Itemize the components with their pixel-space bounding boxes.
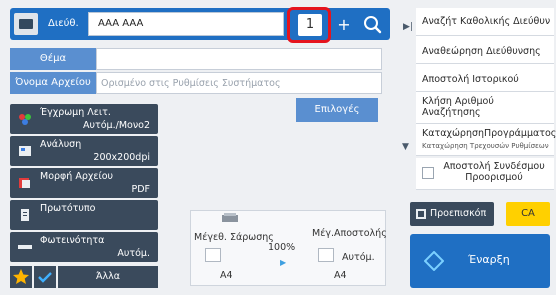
scan-paper-size: A4 <box>220 270 233 281</box>
file-format-title: Μορφή Αρχείου <box>40 171 114 182</box>
filename-label: Όνομα Αρχείου <box>15 77 91 88</box>
file-format-icon <box>19 178 30 188</box>
register-subtext: Καταχώρηση Τρεχουσών Ρυθμίσεων <box>422 142 549 150</box>
scale-ratio: 100% <box>268 242 296 253</box>
global-address-search-item[interactable]: Αναζήτ Καθολικής Διεύθυν <box>416 8 554 36</box>
address-review-item[interactable]: Αναθεώρηση Διεύθυνσης <box>416 36 554 64</box>
address-book-button[interactable] <box>14 13 38 35</box>
resolution-key[interactable]: Ανάλυση 200x200dpi <box>10 136 158 166</box>
checkmark-icon <box>38 272 52 283</box>
options-button[interactable]: Επιλογές <box>296 98 378 122</box>
resolution-value: 200x200dpi <box>93 152 150 163</box>
search-icon <box>364 16 382 34</box>
action-label: ΚαταχώρησηΠρογράμματος <box>422 128 556 139</box>
subject-label: Θέμα <box>39 53 67 64</box>
action-label: Αποστολή Ιστορικού <box>422 74 519 85</box>
subject-input[interactable] <box>96 48 382 70</box>
send-paper-size: A4 <box>334 270 347 281</box>
confirm-button[interactable] <box>34 266 56 288</box>
address-label: Διεύθ. <box>48 18 79 29</box>
others-button[interactable]: Άλλα <box>58 266 158 288</box>
address-book-icon <box>19 19 33 29</box>
scan-size-label: Μέγεθ. Σάρωσης <box>194 232 274 243</box>
address-value: AAA AAA <box>98 18 144 29</box>
color-mode-title: Έγχρωμη Λειτ. <box>40 107 111 118</box>
send-link-destination-item[interactable]: Αποστολή Συνδέσμου Προορισμού <box>416 158 554 190</box>
resolution-title: Ανάλυση <box>40 139 82 150</box>
send-size-label: Μέγ.Αποστολής <box>312 228 387 239</box>
exposure-title: Φωτεινότητα <box>40 235 105 246</box>
clear-all-button[interactable]: CA <box>506 202 550 226</box>
send-mode: Αυτόμ. <box>342 252 375 263</box>
start-icon <box>424 251 444 271</box>
color-mode-key[interactable]: Έγχρωμη Λειτ. Αυτόμ./Μονο2 <box>10 104 158 134</box>
scan-paper-icon <box>205 248 221 262</box>
exposure-icon <box>18 245 32 249</box>
action-label: Αποστολή Συνδέσμου Προορισμού <box>443 161 545 183</box>
bottom-toolbar: Άλλα <box>10 266 158 288</box>
arrow-right-icon: ▶ <box>280 258 287 267</box>
action-label: Αναθεώρηση Διεύθυνσης <box>422 46 541 57</box>
favorite-button[interactable] <box>10 266 32 288</box>
send-history-item[interactable]: Αποστολή Ιστορικού <box>416 64 554 92</box>
scroll-down-icon[interactable]: ▼ <box>402 142 409 152</box>
action-label: Κλήση Αριθμού Αναζήτησης <box>422 96 494 118</box>
preview-button[interactable]: Προεπισκόπ <box>410 202 494 226</box>
start-button[interactable]: Έναρξη <box>410 234 550 288</box>
add-destination-button[interactable]: + <box>334 14 354 36</box>
original-icon <box>21 209 29 221</box>
file-format-value: PDF <box>131 184 150 195</box>
call-search-number-item[interactable]: Κλήση Αριθμού Αναζήτησης <box>416 92 554 124</box>
count-highlight-frame <box>287 7 331 43</box>
action-label: Αναζήτ Καθολικής Διεύθυν <box>422 16 551 27</box>
original-title: Πρωτότυπο <box>40 203 96 214</box>
color-mode-icon <box>19 114 31 125</box>
panel-collapse-icon[interactable]: ▶| <box>403 22 413 32</box>
file-format-key[interactable]: Μορφή Αρχείου PDF <box>10 168 158 198</box>
send-link-checkbox[interactable] <box>422 167 434 179</box>
resolution-icon <box>19 146 31 156</box>
exposure-value: Αυτόμ. <box>117 248 150 259</box>
search-button[interactable] <box>360 12 386 38</box>
action-panel: Αναζήτ Καθολικής Διεύθυν Αναθεώρηση Διεύ… <box>416 8 556 190</box>
preview-icon <box>416 209 426 219</box>
start-label: Έναρξη <box>468 253 510 266</box>
preview-label: Προεπισκόπ <box>430 208 487 219</box>
star-icon <box>13 269 29 284</box>
filename-placeholder: Ορισμένο στις Ρυθμίσεις Συστήματος <box>101 78 281 89</box>
send-paper-icon <box>318 248 334 262</box>
scanner-icon <box>222 213 238 222</box>
original-key[interactable]: Πρωτότυπο <box>10 200 158 230</box>
register-program-item[interactable]: ΚαταχώρησηΠρογράμματος Καταχώρηση Τρεχου… <box>416 124 556 156</box>
exposure-key[interactable]: Φωτεινότητα Αυτόμ. <box>10 232 158 262</box>
color-mode-value: Αυτόμ./Μονο2 <box>83 120 150 131</box>
